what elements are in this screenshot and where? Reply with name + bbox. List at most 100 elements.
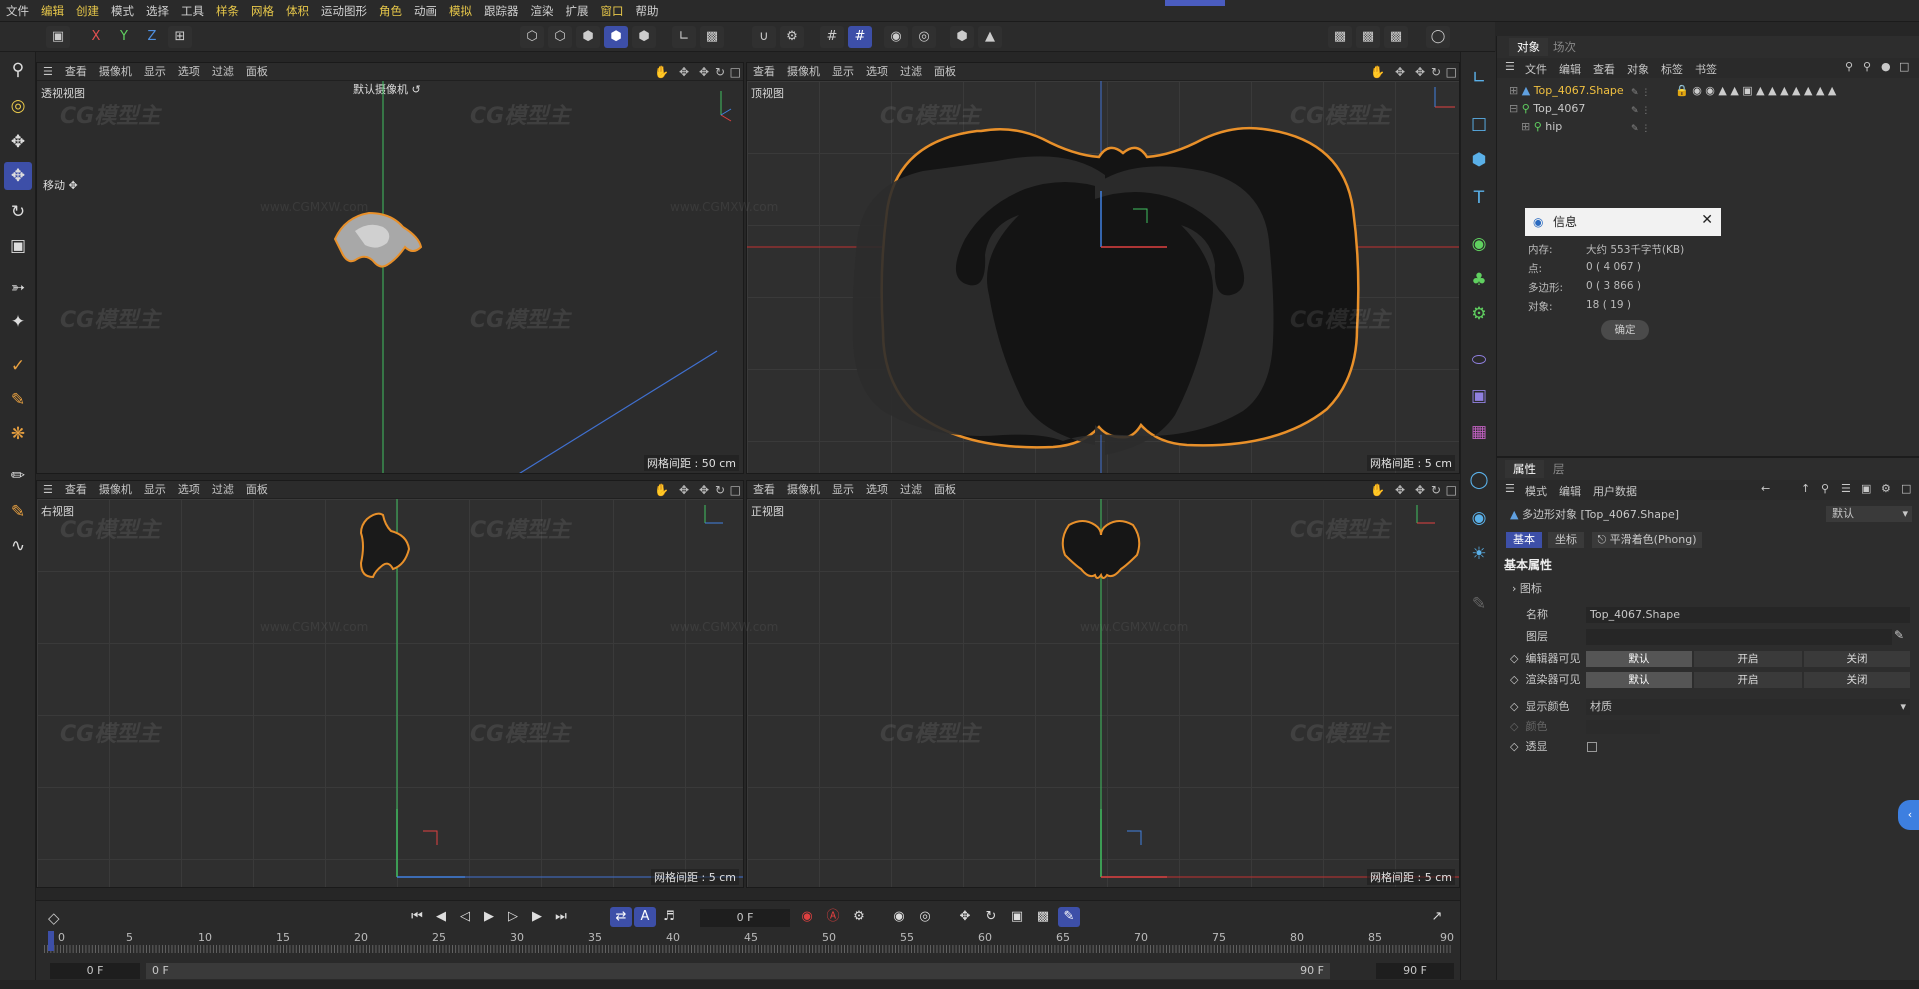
om-menu-view[interactable]: 查看 — [1593, 61, 1615, 77]
edges-mode-icon[interactable]: ⬡ — [548, 26, 572, 48]
close-icon[interactable]: ✕ — [1701, 212, 1713, 228]
pan-icon[interactable]: ✋ — [654, 483, 669, 497]
menu-file[interactable]: 文件 — [0, 0, 35, 22]
menu-tracker[interactable]: 跟踪器 — [478, 0, 525, 22]
rotate-view-icon[interactable]: ↻ — [715, 483, 725, 497]
name-field[interactable]: Top_4067.Shape — [1586, 607, 1910, 623]
prev-frame-icon[interactable]: ◁ — [454, 907, 476, 927]
workplane-icon[interactable]: # — [848, 26, 872, 48]
scene-icon[interactable]: ▣ — [1465, 382, 1493, 410]
axis-mode-icon[interactable]: ∟ — [672, 26, 696, 48]
brush-icon[interactable]: ✏ — [4, 462, 32, 490]
maximize-icon[interactable]: □ — [1446, 65, 1457, 79]
filter-icon[interactable]: ☰ — [1841, 482, 1851, 495]
start-frame-field[interactable]: 0 F — [50, 963, 140, 979]
editor-visible-default[interactable]: 默认 — [1586, 651, 1692, 667]
menu-character[interactable]: 角色 — [373, 0, 408, 22]
go-to-start-icon[interactable]: ⏮ — [406, 907, 428, 927]
search-icon[interactable]: ⚲ — [4, 56, 32, 84]
back-arrow-icon[interactable]: ← — [1761, 482, 1770, 495]
disabled-tool-icon[interactable]: ✎ — [1465, 590, 1493, 618]
key-scale-icon[interactable]: ▣ — [1006, 907, 1028, 927]
vp-menu-icon[interactable]: ☰ — [37, 63, 59, 81]
zoom-view-icon[interactable]: ✥ — [1415, 65, 1425, 79]
xray-checkbox[interactable] — [1587, 742, 1597, 752]
transform-icon[interactable]: ➳ — [4, 274, 32, 302]
vp-menu-display[interactable]: 显示 — [138, 63, 172, 81]
zoom-view-icon[interactable]: ✥ — [699, 65, 709, 79]
text-icon[interactable]: T — [1465, 184, 1493, 212]
tab-phong[interactable]: ⎋ 平滑着色(Phong) — [1592, 532, 1702, 548]
key-rotation-icon[interactable]: ↻ — [980, 907, 1002, 927]
object-row[interactable]: ⊞ ▲ Top_4067.Shape — [1509, 82, 1624, 100]
vp-menu-view[interactable]: 查看 — [59, 63, 93, 81]
zoom-view-icon[interactable]: ✥ — [1415, 483, 1425, 497]
timeline-ruler[interactable] — [44, 945, 1452, 953]
menu-create[interactable]: 创建 — [70, 0, 105, 22]
object-row[interactable]: ⊞ ⚲ hip — [1521, 118, 1562, 136]
sculpt-icon[interactable]: ✎ — [4, 386, 32, 414]
pen-tool-icon[interactable]: ✎ — [4, 498, 32, 526]
placement-icon[interactable]: ✦ — [4, 308, 32, 336]
solo-icon[interactable]: ◉ — [884, 26, 908, 48]
object-row[interactable]: ⊟ ⚲ Top_4067 — [1509, 100, 1585, 118]
om-menu-file[interactable]: 文件 — [1525, 61, 1547, 77]
display-color-dropdown[interactable]: 材质 ▾ — [1586, 699, 1910, 715]
menu-icon[interactable]: ☰ — [1505, 482, 1515, 495]
lock-icon[interactable]: ● — [1881, 60, 1891, 73]
pan-icon[interactable]: ✋ — [1370, 65, 1385, 79]
render-settings-icon[interactable]: ▲ — [978, 26, 1002, 48]
tab-basic[interactable]: 基本 — [1506, 532, 1542, 548]
render-visible-on[interactable]: 开启 — [1694, 672, 1802, 688]
generator-icon[interactable]: ◉ — [1465, 230, 1493, 258]
move-view-icon[interactable]: ✥ — [1395, 65, 1405, 79]
move-view-icon[interactable]: ✥ — [1395, 483, 1405, 497]
pan-icon[interactable]: ✋ — [1370, 483, 1385, 497]
preset-dropdown[interactable]: 默认 ▾ — [1826, 506, 1912, 522]
vp-menu-display[interactable]: 显示 — [138, 481, 172, 499]
coordinate-system-icon[interactable]: ⊞ — [168, 26, 192, 48]
points-mode-icon[interactable]: ⬡ — [520, 26, 544, 48]
mograph-effector-icon[interactable]: ▦ — [1465, 418, 1493, 446]
grid-snap-icon[interactable]: # — [820, 26, 844, 48]
spline-pen-icon[interactable]: ∟ — [1465, 64, 1493, 92]
menu-icon[interactable]: ☰ — [1505, 60, 1515, 73]
rotate-view-icon[interactable]: ↻ — [1431, 483, 1441, 497]
vp-menu-view[interactable]: 查看 — [59, 481, 93, 499]
om-menu-bookmarks[interactable]: 书签 — [1695, 61, 1717, 77]
vp-menu-options[interactable]: 选项 — [860, 481, 894, 499]
om-menu-object[interactable]: 对象 — [1627, 61, 1649, 77]
search-icon[interactable]: ⚲ — [1821, 482, 1829, 495]
knife-icon[interactable]: ✓ — [4, 352, 32, 380]
lock-x-button[interactable]: X — [84, 26, 108, 48]
render-view-icon[interactable]: ▩ — [1328, 26, 1352, 48]
environment-icon[interactable]: ◯ — [1465, 466, 1493, 494]
menu-volume[interactable]: 体积 — [280, 0, 315, 22]
mograph-icon[interactable]: ❋ — [4, 420, 32, 448]
vp-menu-panel[interactable]: 面板 — [928, 481, 962, 499]
render-picture-viewer-icon[interactable]: ▩ — [1356, 26, 1380, 48]
vp-menu-view[interactable]: 查看 — [747, 481, 781, 499]
sound-icon[interactable]: ♬ — [658, 907, 680, 927]
editor-visible-off[interactable]: 关闭 — [1804, 651, 1910, 667]
menu-simulate[interactable]: 模拟 — [443, 0, 478, 22]
vp-menu-camera[interactable]: 摄像机 — [781, 481, 826, 499]
lock-y-button[interactable]: Y — [112, 26, 136, 48]
vp-menu-options[interactable]: 选项 — [172, 481, 206, 499]
light-icon[interactable]: ☀ — [1465, 540, 1493, 568]
vp-menu-icon[interactable]: ☰ — [37, 481, 59, 499]
menu-edit[interactable]: 编辑 — [35, 0, 70, 22]
object-mode-icon[interactable]: ⬢ — [632, 26, 656, 48]
settings-icon[interactable]: ⚙ — [1881, 482, 1891, 495]
select-tool-icon[interactable]: ◎ — [4, 92, 32, 120]
vp-menu-camera[interactable]: 摄像机 — [781, 63, 826, 81]
record-icon[interactable]: ◉ — [796, 907, 818, 927]
zoom-view-icon[interactable]: ✥ — [699, 483, 709, 497]
editor-visible-on[interactable]: 开启 — [1694, 651, 1802, 667]
move-select-icon[interactable]: ✥ — [4, 128, 32, 156]
viewport-render-icon[interactable]: ⬢ — [950, 26, 974, 48]
new-window-icon[interactable]: □ — [1899, 60, 1909, 73]
play-icon[interactable]: ▶ — [478, 907, 500, 927]
vp-menu-options[interactable]: 选项 — [860, 63, 894, 81]
end-frame-field[interactable]: 90 F — [1376, 963, 1454, 979]
